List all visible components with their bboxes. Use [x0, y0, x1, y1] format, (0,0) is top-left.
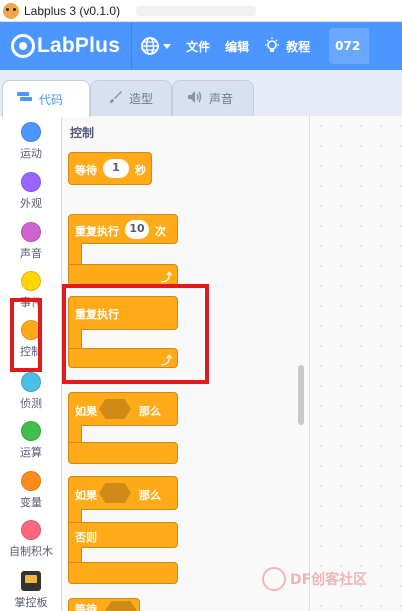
if-else-arm	[68, 509, 82, 523]
then-label: 那么	[139, 405, 161, 418]
highlight-control-category	[10, 298, 42, 372]
window-title: Labplus 3 (v0.1.0)	[24, 3, 121, 18]
tab-costumes-label: 造型	[129, 92, 154, 106]
if-else-middle: 否则	[68, 522, 178, 548]
repeat-unit: 次	[155, 225, 166, 238]
category-dot	[21, 421, 41, 441]
code-workspace[interactable]	[311, 116, 402, 611]
repeat-label: 重复执行	[75, 225, 119, 238]
board-icon	[21, 571, 41, 591]
else-label: 否则	[75, 531, 97, 544]
category-label: 外观	[20, 197, 42, 210]
chevron-down-icon	[163, 43, 172, 49]
brush-icon	[109, 90, 123, 108]
category-label: 声音	[20, 247, 42, 260]
if-else-arm-2	[68, 547, 82, 563]
app-icon	[3, 2, 19, 19]
category-looks[interactable]: 外观	[0, 172, 62, 211]
wait-block[interactable]: 等待 1 秒	[68, 152, 152, 185]
condition-slot[interactable]	[99, 483, 131, 503]
title-blur	[136, 5, 257, 16]
category-board[interactable]: 掌控板	[0, 571, 62, 610]
category-label: 运算	[20, 446, 42, 459]
logo[interactable]: LabPlus	[11, 34, 120, 58]
menubar: LabPlus 文件 编辑 教程 072	[0, 22, 402, 70]
category-sensing[interactable]: 侦测	[0, 372, 62, 411]
watermark: DF创客社区	[262, 567, 367, 591]
if-else-block[interactable]: 如果 那么	[68, 476, 178, 510]
file-menu[interactable]: 文件	[186, 38, 210, 55]
language-menu[interactable]	[140, 36, 172, 56]
wait-label: 等待	[75, 164, 97, 177]
repeat-block-arm	[68, 243, 82, 265]
editor-tabs: 代码 造型 声音	[0, 70, 402, 117]
category-my-blocks[interactable]: 自制积木	[0, 520, 62, 559]
wait-input[interactable]: 1	[103, 159, 129, 178]
palette-scrollbar[interactable]	[298, 365, 304, 425]
menu-separator	[131, 22, 133, 70]
category-dot	[21, 172, 41, 192]
condition-slot[interactable]	[105, 601, 137, 611]
category-label: 自制积木	[9, 545, 53, 558]
palette-title: 控制	[70, 126, 95, 140]
if-label: 如果	[75, 489, 97, 502]
category-sound[interactable]: 声音	[0, 222, 62, 261]
category-dot	[21, 520, 41, 540]
category-label: 侦测	[20, 397, 42, 410]
category-motion[interactable]: 运动	[0, 122, 62, 161]
category-label: 掌控板	[14, 596, 48, 609]
repeat-count-input[interactable]: 10	[125, 220, 149, 239]
loop-arrow-icon: ⤴	[161, 271, 172, 284]
tab-costumes[interactable]: 造型	[90, 80, 172, 116]
wait-until-block[interactable]: 等待	[68, 598, 140, 611]
category-dot	[21, 222, 41, 242]
tab-code[interactable]: 代码	[2, 80, 90, 117]
if-else-bottom	[68, 562, 178, 584]
logo-icon	[11, 34, 35, 58]
speaker-icon	[187, 90, 203, 108]
logo-text: LabPlus	[37, 34, 121, 57]
highlight-forever-block	[62, 284, 209, 384]
tab-sounds-label: 声音	[209, 92, 234, 106]
condition-slot[interactable]	[99, 399, 131, 419]
if-then-arm	[68, 425, 82, 443]
tab-code-label: 代码	[39, 92, 64, 107]
category-operators[interactable]: 运算	[0, 421, 62, 460]
lightbulb-icon	[265, 37, 280, 52]
if-label: 如果	[75, 405, 97, 418]
window-titlebar: Labplus 3 (v0.1.0)	[0, 0, 402, 22]
category-variables[interactable]: 变量	[0, 471, 62, 510]
then-label: 那么	[139, 489, 161, 502]
project-title-text: 072	[335, 39, 361, 53]
code-icon	[17, 91, 33, 107]
tutorial-menu[interactable]: 教程	[263, 37, 310, 55]
wait-unit: 秒	[135, 164, 146, 177]
category-dot	[21, 471, 41, 491]
category-dot	[21, 122, 41, 142]
repeat-block-bottom: ⤴	[68, 264, 178, 286]
category-dot	[21, 271, 41, 291]
repeat-block[interactable]: 重复执行 10 次	[68, 214, 178, 244]
tutorial-label: 教程	[286, 39, 311, 54]
category-label: 变量	[20, 496, 42, 509]
watermark-text: DF创客社区	[290, 572, 368, 588]
wait-until-label: 等待	[75, 603, 97, 611]
category-label: 运动	[20, 147, 42, 160]
globe-icon	[141, 37, 159, 55]
if-then-bottom	[68, 442, 178, 464]
category-dot	[21, 372, 41, 392]
if-then-block[interactable]: 如果 那么	[68, 392, 178, 426]
project-title-input[interactable]: 072	[329, 28, 370, 64]
tab-sounds[interactable]: 声音	[172, 80, 254, 116]
watermark-logo-icon	[262, 567, 286, 591]
edit-menu[interactable]: 编辑	[225, 38, 249, 55]
